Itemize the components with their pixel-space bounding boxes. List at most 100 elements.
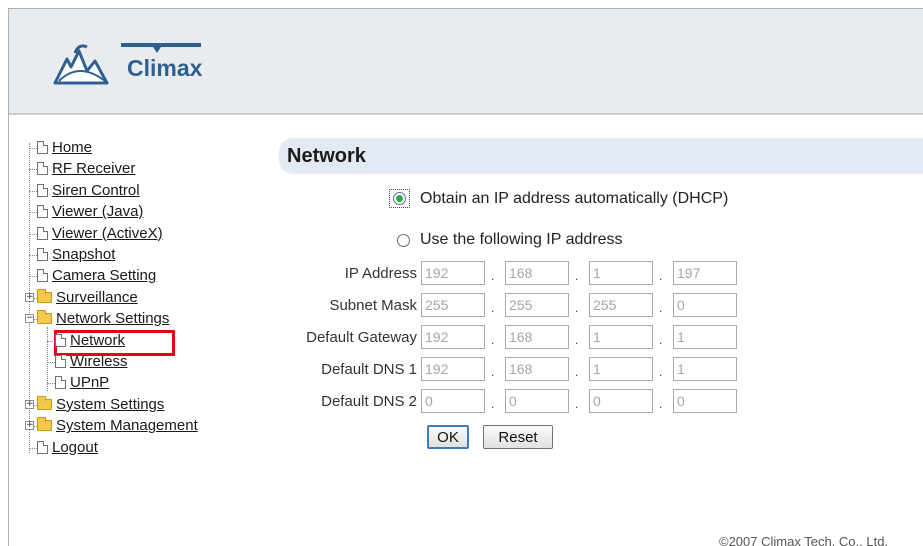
- octet-separator: .: [491, 365, 495, 379]
- tree-link-upnp[interactable]: UPnP: [70, 374, 109, 391]
- tree-item-viewer-activex[interactable]: Viewer (ActiveX): [37, 223, 163, 244]
- page-icon: [37, 141, 48, 154]
- expand-icon[interactable]: +: [25, 292, 34, 302]
- folder-open-icon: [37, 310, 52, 325]
- default-gateway-octet-2-input[interactable]: 168: [505, 325, 569, 349]
- ip-address-label: IP Address: [344, 265, 417, 282]
- octet-separator: .: [491, 269, 495, 283]
- tree-item-system-management[interactable]: System Management: [37, 415, 198, 436]
- tree-link-viewer-activex[interactable]: Viewer (ActiveX): [52, 225, 163, 242]
- subnet-mask-label: Subnet Mask: [329, 297, 417, 314]
- tree-link-home[interactable]: Home: [52, 139, 92, 156]
- subnet-mask-octet-4-input[interactable]: 0: [673, 293, 737, 317]
- default-dns-2-octet-3-input[interactable]: 0: [589, 389, 653, 413]
- tree-item-logout[interactable]: Logout: [37, 437, 98, 458]
- tree-item-network[interactable]: Network: [55, 330, 125, 351]
- octet-separator: .: [659, 397, 663, 411]
- static-ip-radio[interactable]: [397, 233, 410, 247]
- tree-item-viewer-java[interactable]: Viewer (Java): [37, 201, 143, 222]
- page-icon: [37, 440, 48, 454]
- octet-separator: .: [575, 333, 579, 347]
- tree-link-network-settings[interactable]: Network Settings: [56, 310, 169, 327]
- page-frame: Climax Network Obtain an IP address auto…: [8, 8, 923, 546]
- default-dns-2-octet-4-input[interactable]: 0: [673, 389, 737, 413]
- default-gateway-octet-4-input[interactable]: 1: [673, 325, 737, 349]
- tree-item-snapshot[interactable]: Snapshot: [37, 244, 115, 265]
- tree-link-surveillance[interactable]: Surveillance: [56, 289, 138, 306]
- static-ip-option[interactable]: Use the following IP address: [397, 231, 622, 249]
- tree-link-rf-receiver[interactable]: RF Receiver: [52, 160, 135, 177]
- subnet-mask-octet-2-input[interactable]: 255: [505, 293, 569, 317]
- tree-link-network[interactable]: Network: [70, 332, 125, 349]
- octet-separator: .: [575, 301, 579, 315]
- default-dns-1-octet-3-input[interactable]: 1: [589, 357, 653, 381]
- octet-separator: .: [659, 301, 663, 315]
- tree-link-system-management[interactable]: System Management: [56, 417, 198, 434]
- dhcp-focus-box: [389, 189, 410, 208]
- collapse-icon[interactable]: −: [25, 314, 34, 324]
- tree-item-camera-setting[interactable]: Camera Setting: [37, 265, 156, 286]
- expand-icon[interactable]: +: [25, 399, 34, 409]
- tree-item-siren-control[interactable]: Siren Control: [37, 180, 140, 201]
- octet-separator: .: [491, 333, 495, 347]
- tree-link-camera-setting[interactable]: Camera Setting: [52, 267, 156, 284]
- default-dns-1-octet-2-input[interactable]: 168: [505, 357, 569, 381]
- octet-separator: .: [575, 365, 579, 379]
- tree-link-viewer-java[interactable]: Viewer (Java): [52, 203, 143, 220]
- octet-separator: .: [575, 269, 579, 283]
- default-gateway-octet-1-input[interactable]: 192: [421, 325, 485, 349]
- page-icon: [37, 205, 48, 219]
- default-dns-1-octet-1-input[interactable]: 192: [421, 357, 485, 381]
- dhcp-option[interactable]: Obtain an IP address automatically (DHCP…: [389, 189, 728, 208]
- page-icon: [37, 183, 48, 197]
- default-dns-2-octet-1-input[interactable]: 0: [421, 389, 485, 413]
- tree-item-network-settings[interactable]: Network Settings: [37, 308, 169, 329]
- octet-separator: .: [575, 397, 579, 411]
- tree-link-snapshot[interactable]: Snapshot: [52, 246, 115, 263]
- default-dns-2-octet-2-input[interactable]: 0: [505, 389, 569, 413]
- logo-text: Climax: [127, 55, 203, 81]
- tree-item-system-settings[interactable]: System Settings: [37, 394, 164, 415]
- tree-link-wireless[interactable]: Wireless: [70, 353, 128, 370]
- subnet-mask-octet-3-input[interactable]: 255: [589, 293, 653, 317]
- ip-address-octet-2-input[interactable]: 168: [505, 261, 569, 285]
- header-bar: Climax: [9, 9, 923, 115]
- page-icon: [37, 248, 48, 261]
- static-ip-label: Use the following IP address: [420, 231, 623, 248]
- page-icon: [55, 376, 66, 390]
- octet-separator: .: [491, 301, 495, 315]
- octet-separator: .: [659, 269, 663, 283]
- page-icon: [37, 162, 48, 176]
- tree-link-system-settings[interactable]: System Settings: [56, 396, 164, 413]
- reset-button[interactable]: Reset: [483, 425, 553, 449]
- page-icon: [37, 226, 48, 240]
- default-dns-1-octet-4-input[interactable]: 1: [673, 357, 737, 381]
- subnet-mask-octet-1-input[interactable]: 255: [421, 293, 485, 317]
- octet-separator: .: [659, 333, 663, 347]
- dhcp-label: Obtain an IP address automatically (DHCP…: [420, 189, 729, 207]
- tree-item-surveillance[interactable]: Surveillance: [37, 287, 138, 308]
- default-gateway-octet-3-input[interactable]: 1: [589, 325, 653, 349]
- tree-item-upnp[interactable]: UPnP: [55, 372, 109, 393]
- tree-item-rf-receiver[interactable]: RF Receiver: [37, 158, 135, 179]
- page-icon: [37, 269, 48, 283]
- octet-separator: .: [659, 365, 663, 379]
- default-dns-1-label: Default DNS 1: [321, 361, 417, 378]
- default-dns-2-label: Default DNS 2: [321, 393, 417, 410]
- page-title: Network: [287, 145, 366, 167]
- tree-link-siren-control[interactable]: Siren Control: [52, 182, 140, 199]
- dhcp-radio[interactable]: [393, 192, 406, 205]
- tree-item-home[interactable]: Home: [37, 137, 92, 158]
- page-icon: [55, 333, 66, 347]
- octet-separator: .: [491, 397, 495, 411]
- ip-address-octet-1-input[interactable]: 192: [421, 261, 485, 285]
- ok-button[interactable]: OK: [427, 425, 469, 449]
- page-title-bar: Network: [279, 138, 923, 174]
- tree-link-logout[interactable]: Logout: [52, 439, 98, 456]
- folder-icon: [37, 395, 52, 410]
- ip-address-octet-3-input[interactable]: 1: [589, 261, 653, 285]
- ip-address-octet-4-input[interactable]: 197: [673, 261, 737, 285]
- copyright-text: ©2007 Climax Tech. Co., Ltd.: [719, 534, 889, 546]
- expand-icon[interactable]: +: [25, 421, 34, 431]
- tree-item-wireless[interactable]: Wireless: [55, 351, 128, 372]
